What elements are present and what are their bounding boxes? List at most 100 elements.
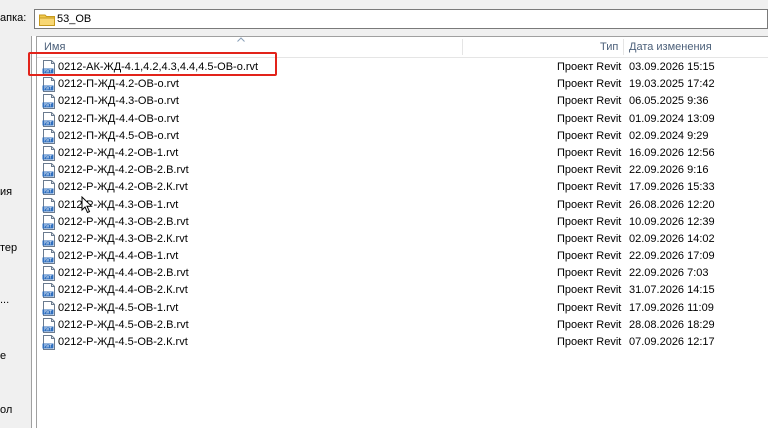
file-badge-text: RVT — [44, 172, 52, 177]
column-divider[interactable] — [462, 39, 463, 55]
column-header-type[interactable]: Тип — [600, 41, 618, 53]
file-type: Проект Revit — [557, 336, 622, 348]
file-name: 0212-Р-ЖД-4.4-ОВ-2.К.rvt — [58, 284, 188, 297]
file-badge-text: RVT — [44, 292, 52, 297]
revit-file-icon: RVT — [42, 283, 55, 299]
file-list-pane[interactable]: Имя Тип Дата изменения RVT 0212-АК-ЖД-4.1… — [36, 36, 768, 428]
file-badge-text: RVT — [44, 223, 52, 228]
file-date-modified: 17.09.2026 15:33 — [629, 181, 715, 194]
folder-icon — [39, 14, 55, 26]
file-type: Проект Revit — [557, 181, 622, 194]
file-date-modified: 22.09.2026 17:09 — [629, 250, 715, 263]
nav-item-fragment[interactable]: ... — [0, 294, 9, 306]
column-divider[interactable] — [623, 39, 624, 55]
file-date-modified: 01.09.2024 13:09 — [629, 112, 715, 125]
file-type: Проект Revit — [557, 198, 622, 211]
nav-item-fragment[interactable]: е — [0, 350, 6, 362]
file-badge-text: RVT — [44, 206, 52, 211]
revit-file-icon: RVT — [42, 335, 55, 350]
file-row[interactable]: RVT 0212-Р-ЖД-4.2-ОВ-2.К.rvt Проект Revit 1… — [37, 179, 768, 196]
file-name: 0212-Р-ЖД-4.3-ОВ-2.В.rvt — [58, 215, 189, 228]
nav-item-fragment[interactable]: ол — [0, 404, 12, 416]
file-name: 0212-П-ЖД-4.2-ОВ-о.rvt — [58, 78, 179, 91]
file-name: 0212-Р-ЖД-4.2-ОВ-2.В.rvt — [58, 164, 189, 177]
file-date-modified: 28.08.2026 18:29 — [629, 318, 715, 331]
column-header-name[interactable]: Имя — [44, 41, 65, 53]
file-name: 0212-Р-ЖД-4.5-ОВ-2.К.rvt — [58, 336, 188, 348]
file-row[interactable]: RVT 0212-П-ЖД-4.5-ОВ-о.rvt Проект Revit 02.… — [37, 128, 768, 145]
revit-file-icon: RVT — [42, 145, 55, 161]
revit-file-icon: RVT — [42, 197, 55, 213]
file-type: Проект Revit — [557, 267, 622, 280]
file-row[interactable]: RVT 0212-Р-ЖД-4.3-ОВ-1.rvt Проект Revit 26.… — [37, 197, 768, 214]
file-date-modified: 19.03.2025 17:42 — [629, 78, 715, 91]
file-badge-text: RVT — [44, 155, 52, 160]
folder-label: апка: — [0, 12, 27, 24]
file-rows: RVT 0212-АК-ЖД-4.1,4.2,4.3,4.4,4.5-ОВ-о.r… — [37, 59, 768, 351]
file-row[interactable]: RVT 0212-П-ЖД-4.3-ОВ-о.rvt Проект Revit 06.… — [37, 93, 768, 110]
nav-item-fragment[interactable]: тер — [0, 242, 17, 254]
file-type: Проект Revit — [557, 250, 622, 263]
file-type: Проект Revit — [557, 284, 622, 297]
revit-file-icon: RVT — [42, 94, 55, 110]
revit-file-icon: RVT — [42, 317, 55, 333]
revit-file-icon: RVT — [42, 60, 55, 75]
file-badge-text: RVT — [44, 137, 52, 142]
file-date-modified: 26.08.2026 12:20 — [629, 198, 715, 211]
file-name: 0212-Р-ЖД-4.5-ОВ-2.В.rvt — [58, 318, 189, 331]
revit-file-icon: RVT — [42, 266, 55, 282]
file-badge-text: RVT — [44, 240, 52, 245]
folder-path-text: 53_OB — [57, 13, 92, 25]
file-type: Проект Revit — [557, 61, 622, 73]
nav-item-fragment[interactable]: ия — [0, 186, 12, 198]
file-name: 0212-П-ЖД-4.4-ОВ-о.rvt — [58, 112, 179, 125]
file-type: Проект Revit — [557, 318, 622, 331]
file-type: Проект Revit — [557, 164, 622, 177]
file-name: 0212-Р-ЖД-4.5-ОВ-1.rvt — [58, 301, 179, 314]
file-row[interactable]: RVT 0212-Р-ЖД-4.5-ОВ-2.К.rvt Проект Revit 0… — [37, 334, 768, 351]
file-name: 0212-Р-ЖД-4.3-ОВ-2.К.rvt — [58, 232, 188, 245]
file-name: 0212-Р-ЖД-4.2-ОВ-2.К.rvt — [58, 181, 188, 194]
column-header-date[interactable]: Дата изменения — [629, 41, 712, 53]
revit-file-icon: RVT — [42, 300, 55, 316]
file-row[interactable]: RVT 0212-Р-ЖД-4.2-ОВ-2.В.rvt Проект Revit 2… — [37, 162, 768, 179]
column-header-row: Имя Тип Дата изменения — [37, 37, 768, 58]
file-date-modified: 10.09.2026 12:39 — [629, 215, 715, 228]
file-row[interactable]: RVT 0212-Р-ЖД-4.2-ОВ-1.rvt Проект Revit 16.… — [37, 145, 768, 162]
file-row[interactable]: RVT 0212-Р-ЖД-4.4-ОВ-2.К.rvt Проект Revit 3… — [37, 282, 768, 299]
file-badge-text: RVT — [44, 86, 52, 91]
file-row[interactable]: RVT 0212-Р-ЖД-4.4-ОВ-2.В.rvt Проект Revit 2… — [37, 265, 768, 282]
file-row[interactable]: RVT 0212-Р-ЖД-4.3-ОВ-2.К.rvt Проект Revit 0… — [37, 231, 768, 248]
file-badge-text: RVT — [44, 120, 52, 125]
file-name: 0212-АК-ЖД-4.1,4.2,4.3,4.4,4.5-ОВ-о.rvt — [58, 61, 259, 73]
file-type: Проект Revit — [557, 146, 622, 159]
file-type: Проект Revit — [557, 129, 622, 142]
file-date-modified: 03.09.2026 15:15 — [629, 61, 715, 73]
file-type: Проект Revit — [557, 112, 622, 125]
file-date-modified: 16.09.2026 12:56 — [629, 146, 715, 159]
file-badge-text: RVT — [44, 69, 52, 74]
file-name: 0212-Р-ЖД-4.3-ОВ-1.rvt — [58, 198, 179, 211]
file-badge-text: RVT — [44, 258, 52, 263]
file-row[interactable]: RVT 0212-П-ЖД-4.4-ОВ-о.rvt Проект Revit 01.… — [37, 111, 768, 128]
file-badge-text: RVT — [44, 103, 52, 108]
file-row[interactable]: RVT 0212-Р-ЖД-4.5-ОВ-2.В.rvt Проект Revit 2… — [37, 317, 768, 334]
file-date-modified: 02.09.2024 9:29 — [629, 129, 709, 142]
file-date-modified: 22.09.2026 7:03 — [629, 267, 709, 280]
file-row[interactable]: RVT 0212-Р-ЖД-4.4-ОВ-1.rvt Проект Revit 22.… — [37, 248, 768, 265]
file-type: Проект Revit — [557, 232, 622, 245]
revit-file-icon: RVT — [42, 249, 55, 265]
navigation-pane[interactable]: ия тер ... е ол — [0, 36, 32, 428]
file-name: 0212-Р-ЖД-4.4-ОВ-1.rvt — [58, 250, 179, 263]
revit-file-icon: RVT — [42, 214, 55, 230]
folder-path-field[interactable]: 53_OB — [34, 9, 768, 29]
mouse-cursor-icon — [81, 196, 93, 214]
file-row[interactable]: RVT 0212-П-ЖД-4.2-ОВ-о.rvt Проект Revit 19.… — [37, 76, 768, 93]
file-type: Проект Revit — [557, 301, 622, 314]
revit-file-icon: RVT — [42, 128, 55, 144]
file-row[interactable]: RVT 0212-Р-ЖД-4.3-ОВ-2.В.rvt Проект Revit 1… — [37, 214, 768, 231]
file-date-modified: 06.05.2025 9:36 — [629, 95, 709, 108]
file-row[interactable]: RVT 0212-Р-ЖД-4.5-ОВ-1.rvt Проект Revit 17.… — [37, 300, 768, 317]
file-badge-text: RVT — [44, 189, 52, 194]
file-row[interactable]: RVT 0212-АК-ЖД-4.1,4.2,4.3,4.4,4.5-ОВ-о.r… — [37, 59, 768, 76]
